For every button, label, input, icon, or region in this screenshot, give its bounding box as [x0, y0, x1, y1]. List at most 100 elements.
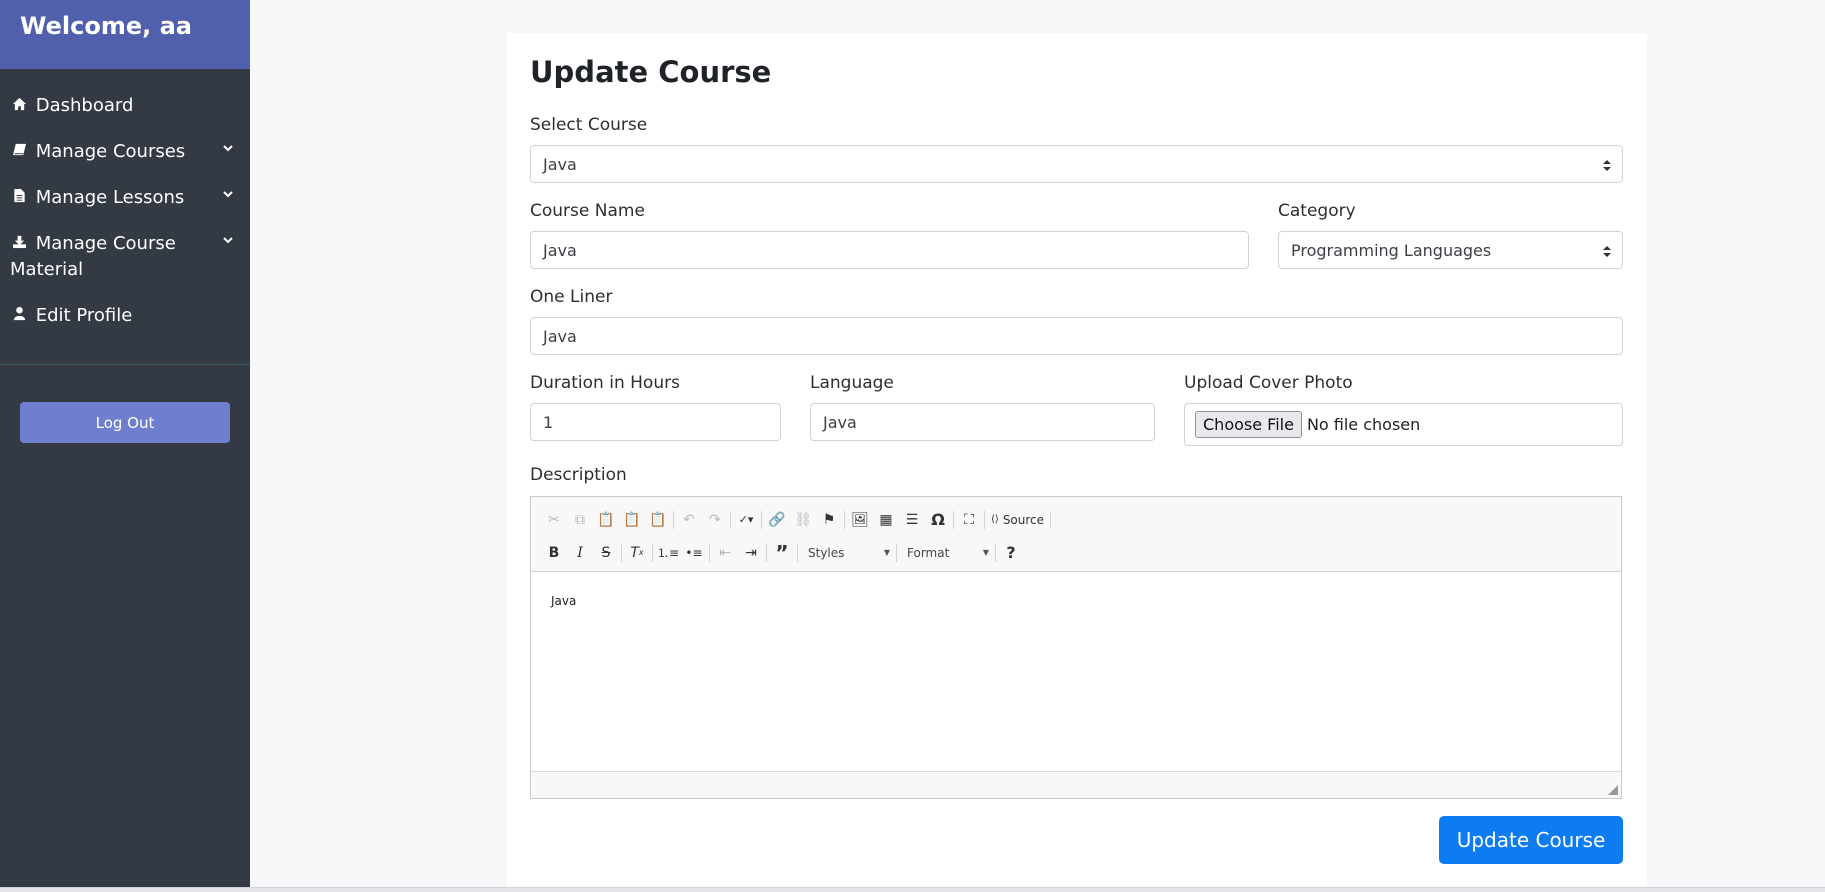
course-name-input[interactable]: Java — [530, 231, 1249, 269]
numbered-list-icon[interactable]: ⒈≡ — [655, 541, 681, 565]
update-course-button[interactable]: Update Course — [1439, 816, 1623, 864]
course-name-label: Course Name — [530, 201, 645, 221]
language-label: Language — [810, 373, 894, 393]
format-dropdown[interactable]: Format ▼ — [899, 542, 993, 564]
spellcheck-icon[interactable]: ✓▾ — [733, 508, 759, 532]
italic-icon[interactable]: I — [567, 541, 593, 565]
sidebar-item-label: Manage Lessons — [35, 187, 185, 208]
paste-text-icon[interactable]: 📋 — [619, 508, 645, 532]
logout-button[interactable]: Log Out — [20, 402, 230, 443]
category-value: Programming Languages — [1291, 240, 1492, 260]
maximize-icon[interactable]: ⛶ — [956, 508, 982, 532]
select-arrows-icon — [1603, 160, 1611, 171]
select-course-label: Select Course — [530, 115, 648, 135]
sidebar-item-dashboard[interactable]: Dashboard — [0, 93, 250, 119]
toolbar-separator — [984, 510, 985, 529]
source-label: Source — [1002, 512, 1045, 527]
toolbar-separator — [766, 543, 767, 562]
styles-label: Styles — [808, 545, 845, 560]
toolbar-row-1: ✂ ⧉ 📋 📋 📋 ↶ ↷ ✓▾ 🔗 ⛓ ⚑ 🖼 ▦ ☰ Ω ⛶ ⟨⟩ Sour… — [541, 503, 1611, 536]
sidebar-nav: Dashboard Manage Courses Manage Lessons … — [0, 69, 250, 329]
toolbar-separator — [797, 543, 798, 562]
one-liner-label: One Liner — [530, 287, 613, 307]
select-course-dropdown[interactable]: Java — [530, 145, 1623, 183]
copy-icon[interactable]: ⧉ — [567, 508, 593, 532]
editor-toolbar: ✂ ⧉ 📋 📋 📋 ↶ ↷ ✓▾ 🔗 ⛓ ⚑ 🖼 ▦ ☰ Ω ⛶ ⟨⟩ Sour… — [531, 497, 1621, 572]
paste-icon[interactable]: 📋 — [593, 508, 619, 532]
duration-value: 1 — [543, 412, 554, 432]
user-icon — [10, 303, 28, 329]
home-icon — [10, 93, 28, 119]
sidebar-item-label: Edit Profile — [35, 305, 133, 326]
select-course-value: Java — [543, 154, 577, 174]
help-icon[interactable]: ? — [998, 541, 1024, 565]
indent-icon[interactable]: ⇥ — [738, 541, 764, 565]
styles-dropdown[interactable]: Styles ▼ — [800, 542, 894, 564]
cover-photo-file-input[interactable]: Choose File No file chosen — [1184, 403, 1623, 446]
horizontal-line-icon[interactable]: ☰ — [899, 508, 925, 532]
source-button[interactable]: ⟨⟩ Source — [987, 513, 1048, 527]
table-icon[interactable]: ▦ — [873, 508, 899, 532]
link-icon[interactable]: 🔗 — [764, 508, 790, 532]
toolbar-separator — [844, 510, 845, 529]
language-input[interactable]: Java — [810, 403, 1155, 441]
caret-down-icon: ▼ — [883, 548, 890, 557]
format-label: Format — [907, 545, 950, 560]
blockquote-icon[interactable]: ” — [769, 541, 795, 565]
strikethrough-icon[interactable]: S — [593, 541, 619, 565]
toolbar-separator — [652, 543, 653, 562]
sidebar-item-label: Dashboard — [35, 95, 134, 116]
duration-input[interactable]: 1 — [530, 403, 781, 441]
remove-format-icon[interactable]: Tx — [624, 541, 650, 565]
chevron-down-icon[interactable] — [222, 188, 234, 200]
one-liner-input[interactable]: Java — [530, 317, 1623, 355]
sidebar: Welcome, aa Dashboard Manage Courses Man… — [0, 0, 250, 887]
select-arrows-icon — [1603, 246, 1611, 257]
editor-content-area[interactable]: Java — [531, 572, 1621, 772]
editor-content-text: Java — [551, 594, 577, 608]
duration-label: Duration in Hours — [530, 373, 680, 393]
paste-word-icon[interactable]: 📋 — [645, 508, 671, 532]
anchor-flag-icon[interactable]: ⚑ — [816, 508, 842, 532]
sidebar-item-manage-lessons[interactable]: Manage Lessons — [0, 185, 250, 211]
cover-photo-label: Upload Cover Photo — [1184, 373, 1353, 393]
toolbar-row-2: B I S Tx ⒈≡ •≡ ⇤ ⇥ ” Styles ▼ Format ▼ ? — [541, 536, 1611, 569]
sidebar-divider — [0, 364, 250, 365]
sidebar-item-manage-course-material[interactable]: Manage Course Material — [0, 231, 250, 283]
file-status: No file chosen — [1306, 415, 1421, 434]
toolbar-separator — [709, 543, 710, 562]
redo-icon[interactable]: ↷ — [702, 508, 728, 532]
source-icon: ⟨⟩ — [991, 514, 999, 525]
chevron-down-icon[interactable] — [222, 142, 234, 154]
description-label: Description — [530, 465, 627, 485]
bulleted-list-icon[interactable]: •≡ — [681, 541, 707, 565]
toolbar-separator — [1050, 510, 1052, 529]
resize-handle-icon[interactable] — [1608, 785, 1618, 795]
toolbar-separator — [621, 543, 622, 562]
unlink-icon[interactable]: ⛓ — [790, 508, 816, 532]
category-dropdown[interactable]: Programming Languages — [1278, 231, 1623, 269]
one-liner-value: Java — [543, 326, 577, 346]
chevron-down-icon[interactable] — [222, 234, 234, 246]
sidebar-item-label: Manage Courses — [35, 141, 186, 162]
course-name-value: Java — [543, 240, 577, 260]
update-course-card: Update Course Select Course Java Course … — [507, 33, 1647, 887]
image-icon[interactable]: 🖼 — [847, 508, 873, 532]
special-char-icon[interactable]: Ω — [925, 508, 951, 532]
toolbar-separator — [730, 510, 731, 529]
undo-icon[interactable]: ↶ — [676, 508, 702, 532]
choose-file-button[interactable]: Choose File — [1195, 411, 1302, 438]
sidebar-item-manage-courses[interactable]: Manage Courses — [0, 139, 250, 165]
cut-icon[interactable]: ✂ — [541, 508, 567, 532]
book-icon — [10, 139, 28, 165]
language-value: Java — [823, 412, 857, 432]
description-editor: ✂ ⧉ 📋 📋 📋 ↶ ↷ ✓▾ 🔗 ⛓ ⚑ 🖼 ▦ ☰ Ω ⛶ ⟨⟩ Sour… — [530, 496, 1622, 799]
bold-icon[interactable]: B — [541, 541, 567, 565]
toolbar-separator — [761, 510, 762, 529]
toolbar-separator — [673, 510, 674, 529]
file-icon — [10, 185, 28, 211]
toolbar-separator — [896, 543, 897, 562]
page-bottom-strip — [0, 887, 1825, 892]
outdent-icon[interactable]: ⇤ — [712, 541, 738, 565]
sidebar-item-edit-profile[interactable]: Edit Profile — [0, 303, 250, 329]
